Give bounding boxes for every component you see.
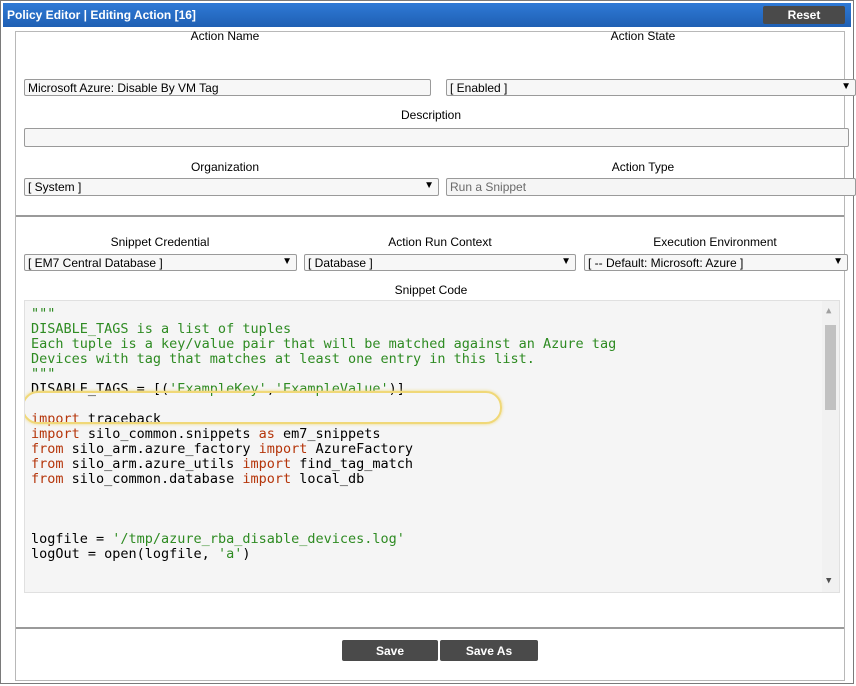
organization-select[interactable]: [ System ] ▼	[24, 178, 439, 196]
reset-button[interactable]: Reset	[763, 6, 845, 24]
code-line: logfile = '/tmp/azure_rba_disable_device…	[31, 532, 839, 547]
code-token: from	[31, 471, 64, 487]
action-run-context-select[interactable]: [ Database ] ▼	[304, 254, 576, 271]
snippet-code-editor[interactable]: """ DISABLE_TAGS is a list of tuples Each …	[24, 300, 840, 593]
code-token: import	[258, 441, 308, 457]
action-state-select[interactable]: [ Enabled ] ▼	[446, 79, 856, 96]
code-token: )	[242, 546, 251, 562]
code-token: logOut = open(logfile,	[31, 546, 218, 562]
code-token: logfile =	[31, 531, 113, 547]
code-line: from silo_arm.azure_factory import Azure…	[31, 442, 839, 457]
code-line: Each tuple is a key/value pair that will…	[31, 337, 839, 352]
action-state-value: [ Enabled ]	[450, 81, 508, 95]
description-input[interactable]	[24, 128, 849, 147]
save-as-button[interactable]: Save As	[440, 640, 538, 661]
code-token: from	[31, 441, 64, 457]
disable-tags-highlight	[25, 391, 502, 424]
execution-environment-value: [ -- Default: Microsoft: Azure ]	[588, 256, 744, 270]
code-token: import	[242, 471, 292, 487]
action-name-input[interactable]: Microsoft Azure: Disable By VM Tag	[24, 79, 431, 96]
snippet-credential-select[interactable]: [ EM7 Central Database ] ▼	[24, 254, 297, 271]
scroll-down-icon[interactable]: ▼	[826, 574, 831, 589]
code-token: from	[31, 456, 64, 472]
code-token: local_db	[291, 471, 365, 487]
code-token: Devices with tag that matches at least o…	[31, 351, 535, 367]
policy-editor-window: Policy Editor | Editing Action [16] Rese…	[0, 0, 856, 684]
code-line: logOut = open(logfile, 'a')	[31, 547, 839, 562]
code-token: em7_snippets	[274, 426, 381, 442]
chevron-down-icon: ▼	[424, 180, 434, 191]
organization-value: [ System ]	[28, 180, 82, 194]
code-token: silo_common.snippets	[79, 426, 259, 442]
code-token: silo_arm.azure_utils	[63, 456, 243, 472]
code-token: find_tag_match	[291, 456, 414, 472]
chevron-down-icon: ▼	[841, 81, 851, 92]
code-token: """	[31, 366, 56, 382]
scroll-thumb[interactable]	[825, 325, 836, 410]
action-type-field: Run a Snippet	[446, 178, 856, 196]
action-name-label: Action Name	[190, 29, 260, 43]
code-scrollbar[interactable]: ▲ ▼	[822, 301, 839, 592]
title-bar: Policy Editor | Editing Action [16] Rese…	[3, 3, 851, 27]
code-line: from silo_arm.azure_utils import find_ta…	[31, 457, 839, 472]
description-label: Description	[400, 108, 462, 122]
code-token: silo_arm.azure_factory	[63, 441, 259, 457]
code-token: import	[242, 456, 292, 472]
snippet-code-label: Snippet Code	[394, 283, 468, 297]
action-run-context-label: Action Run Context	[388, 235, 492, 249]
action-state-label: Action State	[610, 29, 676, 43]
code-line: import silo_common.snippets as em7_snipp…	[31, 427, 839, 442]
execution-environment-label: Execution Environment	[653, 235, 777, 249]
scroll-up-icon[interactable]: ▲	[826, 304, 831, 319]
action-run-context-value: [ Database ]	[308, 256, 373, 270]
code-token: import	[31, 426, 80, 442]
code-token: silo_common.database	[63, 471, 243, 487]
save-button[interactable]: Save	[342, 640, 438, 661]
snippet-credential-label: Snippet Credential	[110, 235, 210, 249]
code-line: DISABLE_TAGS is a list of tuples	[31, 322, 839, 337]
code-token: DISABLE_TAGS is a list of tuples	[31, 321, 292, 337]
divider	[16, 215, 844, 217]
snippet-credential-value: [ EM7 Central Database ]	[28, 256, 163, 270]
execution-environment-select[interactable]: [ -- Default: Microsoft: Azure ] ▼	[584, 254, 848, 271]
organization-label: Organization	[190, 160, 260, 174]
code-token: AzureFactory	[307, 441, 414, 457]
code-line: from silo_common.database import local_d…	[31, 472, 839, 487]
code-line: Devices with tag that matches at least o…	[31, 352, 839, 367]
chevron-down-icon: ▼	[561, 256, 571, 267]
window-title: Policy Editor | Editing Action [16]	[7, 8, 196, 22]
code-line: """	[31, 367, 839, 382]
divider	[16, 627, 844, 629]
chevron-down-icon: ▼	[833, 256, 843, 267]
code-token: """	[31, 306, 56, 322]
chevron-down-icon: ▼	[282, 256, 292, 267]
code-content[interactable]: """ DISABLE_TAGS is a list of tuples Each …	[25, 301, 839, 562]
code-token: 'a'	[217, 546, 243, 562]
code-line: """	[31, 307, 839, 322]
code-token: '/tmp/azure_rba_disable_devices.log'	[112, 531, 405, 547]
action-form: Action Name Action State Microsoft Azure…	[15, 29, 856, 681]
code-token: as	[258, 426, 275, 442]
code-token: Each tuple is a key/value pair that will…	[31, 336, 617, 352]
action-type-label: Action Type	[611, 160, 675, 174]
